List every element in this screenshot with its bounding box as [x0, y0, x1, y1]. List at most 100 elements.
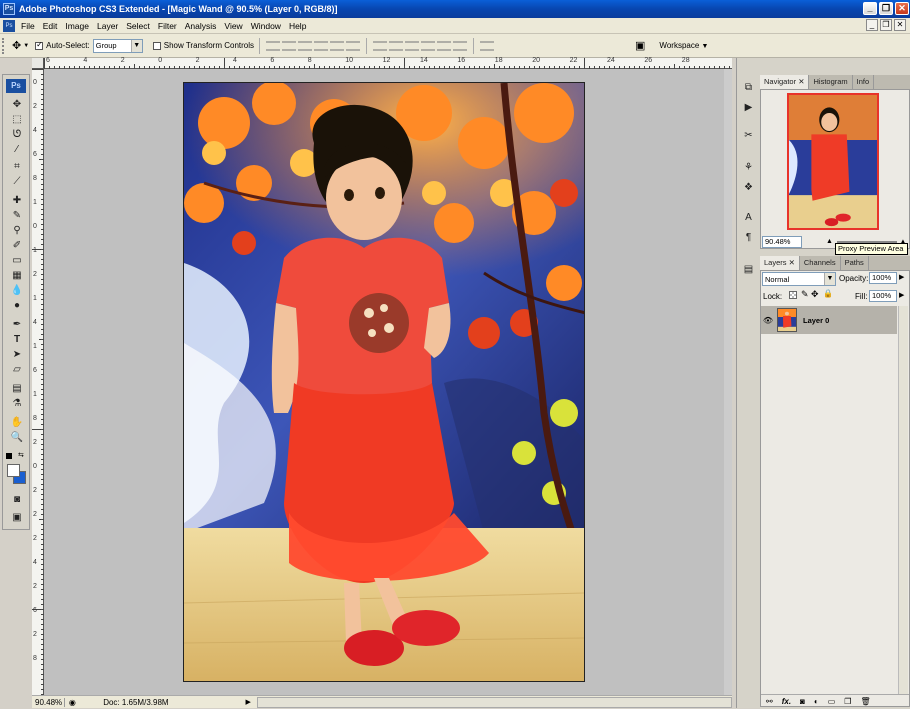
maximize-button[interactable]: ❐ — [879, 2, 893, 15]
blur-tool-icon[interactable]: 💧 — [9, 284, 25, 298]
healing-brush-tool-icon[interactable]: ✚ — [9, 194, 25, 208]
workspace-button[interactable]: Workspace ▼ — [659, 41, 708, 50]
distribute-top-icon[interactable] — [373, 40, 388, 51]
brush-tool-icon[interactable]: ✎ — [9, 209, 25, 223]
zoom-level[interactable]: 90.48% — [32, 697, 66, 707]
show-transform-checkbox[interactable] — [152, 41, 161, 50]
lock-pixels-icon[interactable]: ✎ — [801, 289, 809, 300]
options-grip[interactable] — [2, 37, 10, 54]
layers-scrollbar[interactable] — [898, 306, 908, 694]
align-top-icon[interactable] — [266, 40, 281, 51]
history-brush-tool-icon[interactable]: ✐ — [9, 239, 25, 253]
vertical-ruler[interactable]: 0246810121416182022242628 — [32, 69, 44, 695]
auto-select-dropdown[interactable]: Group ▼ — [92, 38, 143, 53]
align-hcenter-icon[interactable] — [330, 40, 345, 51]
move-tool-icon[interactable]: ✥ — [12, 39, 21, 52]
distribute-left-icon[interactable] — [421, 40, 436, 51]
tab-layers[interactable]: Layers ✕ — [760, 256, 800, 270]
align-left-icon[interactable] — [314, 40, 329, 51]
auto-select-checkbox[interactable] — [35, 40, 44, 50]
doc-close-button[interactable]: ✕ — [894, 19, 906, 31]
fill-input[interactable]: 100% — [869, 290, 897, 302]
close-button[interactable]: ✕ — [895, 2, 909, 15]
visibility-eye-icon[interactable]: 👁 — [761, 316, 775, 325]
swap-colors-icon[interactable]: ⇆ — [18, 451, 24, 459]
minimize-button[interactable]: _ — [863, 2, 877, 15]
align-vcenter-icon[interactable] — [282, 40, 297, 51]
doc-restore-button[interactable]: ❐ — [880, 19, 892, 31]
tab-channels[interactable]: Channels — [799, 256, 841, 270]
magic-wand-tool-icon[interactable]: ⁄ — [9, 143, 25, 157]
blend-mode-dropdown[interactable]: Normal ▼ — [762, 272, 836, 286]
quick-mask-icon[interactable]: ◙ — [9, 493, 25, 507]
tab-histogram[interactable]: Histogram — [809, 75, 853, 89]
notes-tool-icon[interactable]: ▤ — [9, 382, 25, 396]
character-panel-icon[interactable]: A — [741, 210, 756, 225]
opacity-input[interactable]: 100% — [869, 272, 897, 284]
fill-slider-arrow-icon[interactable]: ▶ — [899, 291, 904, 299]
document-icon[interactable]: Ps — [3, 19, 15, 32]
tool-presets-icon[interactable]: ✂ — [741, 128, 756, 143]
distribute-bottom-icon[interactable] — [405, 40, 420, 51]
menu-window[interactable]: Window — [247, 21, 285, 31]
fx-icon[interactable]: fx. — [782, 697, 791, 706]
navigator-zoom-input[interactable]: 90.48% — [762, 235, 802, 248]
link-icon[interactable]: ⚯ — [766, 697, 773, 706]
default-colors-icon[interactable] — [6, 453, 12, 459]
group-icon[interactable]: ▭ — [828, 697, 836, 706]
adjustment-icon[interactable]: ◐ — [814, 697, 819, 706]
marquee-tool-icon[interactable]: ⬚ — [9, 113, 25, 127]
shape-tool-icon[interactable]: ▱ — [9, 363, 25, 377]
lock-all-icon[interactable]: 🔒 — [823, 289, 833, 298]
clone-source-icon[interactable]: ⚘ — [741, 160, 756, 175]
distribute-hcenter-icon[interactable] — [437, 40, 452, 51]
menu-file[interactable]: File — [17, 21, 39, 31]
vertical-scrollbar[interactable] — [724, 69, 732, 695]
foreground-color-swatch[interactable] — [7, 464, 20, 477]
type-tool-icon[interactable]: T — [9, 333, 25, 347]
brushes-panel-icon[interactable]: ❖ — [741, 180, 756, 195]
move-tool-icon[interactable]: ✥ — [9, 98, 25, 112]
menu-help[interactable]: Help — [285, 21, 310, 31]
doc-minimize-button[interactable]: _ — [866, 19, 878, 31]
align-right-icon[interactable] — [346, 40, 361, 51]
distribute-right-icon[interactable] — [453, 40, 468, 51]
trash-icon[interactable]: 🗑 — [860, 697, 870, 706]
lock-position-icon[interactable]: ✥ — [811, 289, 819, 300]
crop-tool-icon[interactable]: ⌗ — [9, 160, 25, 174]
menu-select[interactable]: Select — [122, 21, 154, 31]
menu-edit[interactable]: Edit — [39, 21, 62, 31]
new-layer-icon[interactable]: ❐ — [844, 697, 851, 706]
menu-view[interactable]: View — [220, 21, 246, 31]
ruler-origin[interactable] — [32, 58, 44, 69]
distribute-vcenter-icon[interactable] — [389, 40, 404, 51]
status-menu-arrow-icon[interactable]: ▶ — [246, 698, 251, 706]
horizontal-scrollbar[interactable] — [256, 696, 732, 708]
horizontal-ruler[interactable]: 6 4 2 0 2 4 6 8 10 12 14 16 18 20 22 24 26 28 — [44, 57, 732, 69]
layer-comps-icon[interactable]: ▤ — [741, 262, 756, 277]
history-panel-icon[interactable]: ⧉ — [741, 80, 756, 95]
zoom-tool-icon[interactable]: 🔍 — [9, 431, 25, 445]
menu-analysis[interactable]: Analysis — [181, 21, 221, 31]
status-info-icon[interactable]: ◉ — [65, 698, 79, 707]
path-selection-tool-icon[interactable]: ➤ — [9, 348, 25, 362]
paragraph-panel-icon[interactable]: ¶ — [741, 230, 756, 245]
eraser-tool-icon[interactable]: ▭ — [9, 254, 25, 268]
actions-panel-icon[interactable]: ▶ — [741, 100, 756, 115]
eyedropper-tool-icon[interactable]: ⚗ — [9, 397, 25, 411]
tab-navigator[interactable]: Navigator ✕ — [760, 75, 810, 89]
tab-info[interactable]: Info — [852, 75, 875, 89]
auto-align-icon[interactable] — [480, 40, 495, 51]
mask-icon[interactable]: ◙ — [800, 697, 805, 706]
slice-tool-icon[interactable]: ⟋ — [9, 175, 25, 189]
menu-layer[interactable]: Layer — [93, 21, 122, 31]
zoom-out-icon[interactable]: ▲ — [826, 238, 833, 245]
screen-mode-icon[interactable]: ▣ — [9, 511, 25, 525]
hand-tool-icon[interactable]: ✋ — [9, 416, 25, 430]
lock-transparency-icon[interactable] — [789, 291, 797, 299]
tab-paths[interactable]: Paths — [840, 256, 869, 270]
align-bottom-icon[interactable] — [298, 40, 313, 51]
menu-filter[interactable]: Filter — [154, 21, 181, 31]
dodge-tool-icon[interactable]: ● — [9, 299, 25, 313]
lasso-tool-icon[interactable]: ᘎ — [9, 128, 25, 142]
